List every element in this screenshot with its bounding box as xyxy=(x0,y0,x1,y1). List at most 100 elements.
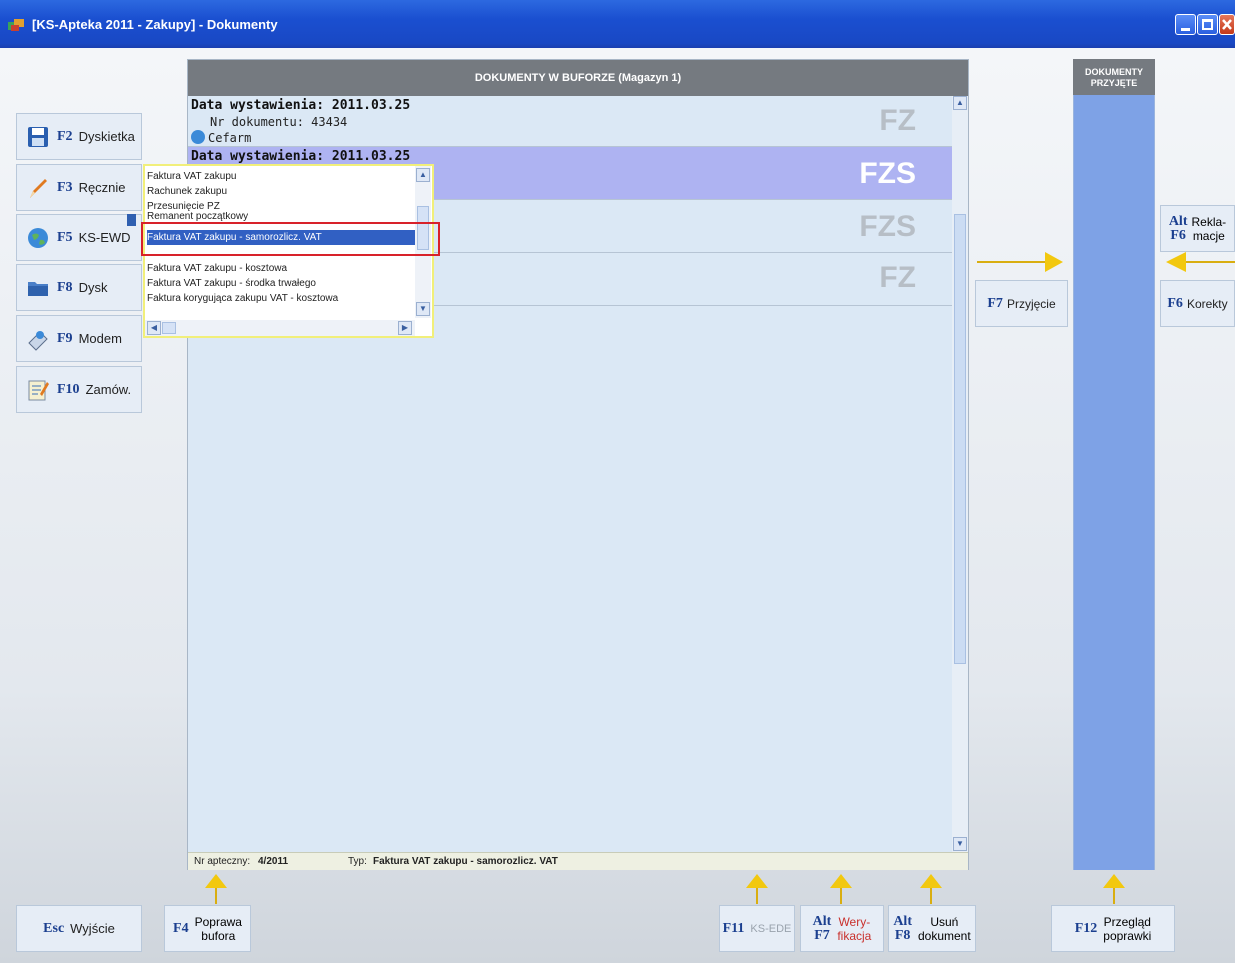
alt-f8-delete-button[interactable]: Alt F8 Usuń dokument xyxy=(888,905,976,952)
window-title: [KS-Apteka 2011 - Zakupy] - Dokumenty xyxy=(32,17,278,32)
app-icon xyxy=(8,19,24,31)
f9-label: Modem xyxy=(78,331,122,346)
document-type: FZ xyxy=(879,261,916,294)
f5-label: KS-EWD xyxy=(78,230,131,245)
title-bar: [KS-Apteka 2011 - Zakupy] - Dokumenty xyxy=(0,0,1235,48)
dropdown-horizontal-scrollbar[interactable]: ◀ ▶ xyxy=(145,320,415,336)
verify-label-2: fikacja xyxy=(837,928,872,943)
accepted-header-line2: PRZYJĘTE xyxy=(1090,78,1138,88)
dropdown-item[interactable]: Faktura VAT zakupu - kosztowa xyxy=(147,261,287,276)
f9-key: F9 xyxy=(57,330,73,346)
document-type: FZS xyxy=(859,157,916,190)
type-label: Typ: xyxy=(348,856,367,867)
scroll-thumb[interactable] xyxy=(954,214,966,664)
f8-key: F8 xyxy=(57,279,73,295)
document-date: Data wystawienia: 2011.03.25 xyxy=(191,149,411,164)
chevron-down-icon[interactable]: ▼ xyxy=(416,302,430,316)
document-number: Nr dokumentu: 43434 xyxy=(210,115,348,129)
chevron-up-icon[interactable]: ▲ xyxy=(416,168,430,182)
f3-label: Ręcznie xyxy=(78,180,126,195)
f8-disk-button[interactable]: F8 Dysk xyxy=(16,264,142,311)
f2-label: Dyskietka xyxy=(78,129,135,144)
globe-icon xyxy=(25,225,51,251)
f12-key: F12 xyxy=(1074,920,1098,936)
arrow-stem xyxy=(1113,888,1115,904)
maximize-button[interactable] xyxy=(1197,14,1218,35)
pharmacy-number-label: Nr apteczny: xyxy=(194,856,251,867)
ksede-label: KS-EDE xyxy=(750,922,792,935)
close-button[interactable] xyxy=(1219,14,1235,35)
arrow-up-icon xyxy=(746,874,768,888)
arrow-up-icon xyxy=(920,874,942,888)
f6-key: F6 xyxy=(1167,295,1183,311)
arrow-up-icon xyxy=(205,874,227,888)
arrow-stem xyxy=(930,888,932,904)
folder-icon xyxy=(25,275,51,301)
document-type: FZ xyxy=(879,104,916,137)
supplier-globe-icon xyxy=(191,130,205,144)
f7-accept-button[interactable]: F7 Przyjęcie xyxy=(975,280,1068,327)
document-date: Data wystawienia: 2011.03.25 xyxy=(191,98,411,113)
f4-fix-buffer-button[interactable]: F4 Poprawa bufora xyxy=(164,905,251,952)
dropdown-item[interactable]: Faktura VAT zakupu xyxy=(147,169,237,184)
arrow-up-icon xyxy=(830,874,852,888)
f8-key: F8 xyxy=(894,927,911,943)
pharmacy-number-value: 4/2011 xyxy=(258,856,289,867)
minimize-button[interactable] xyxy=(1175,14,1196,35)
alt-key: Alt xyxy=(812,913,832,929)
info-icon xyxy=(127,214,136,226)
delete-label-2: dokument xyxy=(917,928,971,943)
f7-label: Przyjęcie xyxy=(1006,296,1056,311)
chevron-right-icon[interactable]: ▶ xyxy=(398,321,412,335)
alt-key: Alt xyxy=(893,913,912,929)
f3-key: F3 xyxy=(57,179,73,195)
alt-f6-complaints-button[interactable]: Alt F6 Rekla-macje xyxy=(1160,205,1235,252)
f8-label: Dysk xyxy=(78,280,108,295)
f9-modem-button[interactable]: F9 Modem xyxy=(16,315,142,362)
fix-label-1: Poprawa xyxy=(194,914,242,929)
f11-ksede-button[interactable]: F11 KS-EDE xyxy=(719,905,795,952)
dropdown-hscroll-thumb[interactable] xyxy=(162,322,176,334)
document-row[interactable]: Data wystawienia: 2011.03.25 Nr dokument… xyxy=(188,96,952,147)
document-supplier: Cefarm xyxy=(208,131,252,145)
f12-review-button[interactable]: F12 Przegląd poprawki xyxy=(1051,905,1175,952)
dropdown-item[interactable]: Faktura korygująca zakupu VAT - kosztowa xyxy=(147,291,338,306)
arrow-up-icon xyxy=(1103,874,1125,888)
f5-key: F5 xyxy=(57,229,73,245)
exit-label: Wyjście xyxy=(70,921,115,936)
alt-f7-verify-button[interactable]: Alt F7 Wery-fikacja xyxy=(800,905,884,952)
scroll-up-icon[interactable]: ▲ xyxy=(953,96,967,110)
arrow-stem xyxy=(756,888,758,904)
arrow-line xyxy=(977,261,1047,263)
order-notepad-icon xyxy=(25,377,51,403)
f2-floppy-button[interactable]: F2 Dyskietka xyxy=(16,113,142,160)
f11-key: F11 xyxy=(722,920,745,936)
arrow-left-icon xyxy=(1166,252,1186,272)
scroll-down-icon[interactable]: ▼ xyxy=(953,837,967,851)
corrections-label: Korekty xyxy=(1186,296,1228,311)
accepted-documents-column[interactable] xyxy=(1073,95,1155,870)
accepted-header-line1: DOKUMENTY xyxy=(1085,67,1143,77)
dropdown-item[interactable]: Remanent początkowy xyxy=(147,212,248,222)
arrow-line xyxy=(1185,261,1235,263)
review-label-2: poprawki xyxy=(1103,928,1152,943)
arrow-stem xyxy=(840,888,842,904)
modem-icon xyxy=(25,326,51,352)
review-label-1: Przegląd xyxy=(1103,914,1151,929)
f6-corrections-button[interactable]: F6 Korekty xyxy=(1160,280,1235,327)
f6-key: F6 xyxy=(1170,227,1186,243)
type-value: Faktura VAT zakupu - samorozlicz. VAT xyxy=(373,856,558,867)
f10-order-button[interactable]: F10 Zamów. xyxy=(16,366,142,413)
f3-manual-button[interactable]: F3 Ręcznie xyxy=(16,164,142,211)
dropdown-item[interactable]: Rachunek zakupu xyxy=(147,184,227,199)
delete-label-1: Usuń xyxy=(930,914,959,929)
esc-exit-button[interactable]: Esc Wyjście xyxy=(16,905,142,952)
esc-key: Esc xyxy=(43,920,65,936)
arrow-right-icon xyxy=(1045,252,1063,272)
buffer-scrollbar[interactable]: ▲ ▼ xyxy=(952,96,968,854)
document-type: FZS xyxy=(859,210,916,243)
f5-ksewd-button[interactable]: F5 KS-EWD xyxy=(16,214,142,261)
chevron-left-icon[interactable]: ◀ xyxy=(147,321,161,335)
dropdown-item[interactable]: Faktura VAT zakupu - środka trwałego xyxy=(147,276,316,291)
f7-key: F7 xyxy=(814,927,830,943)
